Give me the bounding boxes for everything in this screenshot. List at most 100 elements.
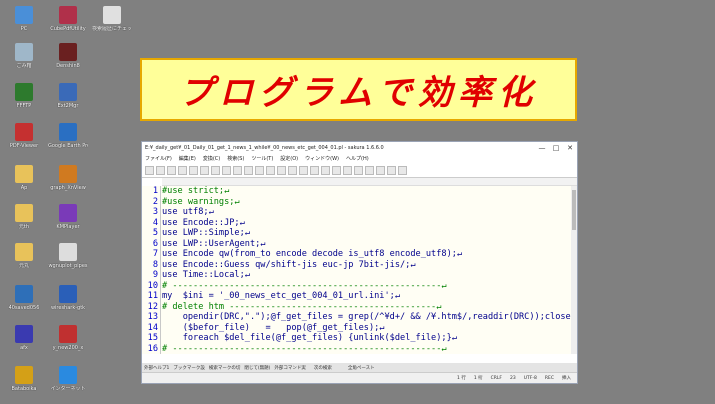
menu-item[interactable]: 変換(C) bbox=[203, 155, 220, 162]
desktop-icon[interactable]: 40saved056 bbox=[4, 285, 44, 311]
toolbar-button[interactable] bbox=[343, 165, 352, 175]
toolbar-button[interactable] bbox=[310, 165, 319, 175]
desktop-icon[interactable]: 元th bbox=[4, 204, 44, 230]
menu-item[interactable]: ウィンドウ(W) bbox=[305, 155, 339, 162]
desktop-icon[interactable]: Bataboika bbox=[4, 366, 44, 392]
toolbar-button[interactable] bbox=[299, 165, 308, 175]
close-button[interactable]: ✕ bbox=[563, 144, 577, 152]
desktop-icon[interactable]: Denshin8 bbox=[48, 43, 88, 69]
toolbar-button[interactable] bbox=[387, 165, 396, 175]
toolbar-button[interactable] bbox=[255, 165, 264, 175]
desktop-icon-label: インターネット bbox=[50, 386, 86, 392]
menu-item[interactable]: 設定(O) bbox=[280, 155, 298, 162]
code-text: #use strict;↵ bbox=[162, 186, 230, 196]
desktop-icon[interactable]: Google Earth Pro bbox=[48, 123, 88, 149]
toolbar-button[interactable] bbox=[288, 165, 297, 175]
desktop-icon-label: graph_XnView bbox=[50, 185, 86, 191]
desktop-icon[interactable]: インターネット bbox=[48, 366, 88, 392]
code-line: 11 my $ini = '_00_news_etc_get_004_01_url… bbox=[142, 291, 572, 302]
line-number: 4 bbox=[152, 217, 158, 228]
status-field: 1 桁 bbox=[473, 376, 483, 381]
menu-item[interactable]: 編集(E) bbox=[179, 155, 196, 162]
desktop-icon-label: 検索履歴にチェックマーカRC bbox=[92, 26, 132, 32]
menu-item[interactable]: ヘルプ(H) bbox=[346, 155, 369, 162]
desktop-icon[interactable]: CubePdfUtility bbox=[48, 6, 88, 32]
desktop-icon[interactable]: 元丸 bbox=[4, 243, 44, 269]
toolbar-button[interactable] bbox=[354, 165, 363, 175]
menu-item[interactable]: ファイル(F) bbox=[145, 155, 172, 162]
code-text: ($befor_file) = pop(@f_get_files);↵ bbox=[162, 322, 385, 333]
toolbar-button[interactable] bbox=[365, 165, 374, 175]
desktop-icon[interactable]: graph_XnView bbox=[48, 165, 88, 191]
menu-bar: ファイル(F) 編集(E) 変換(C) 検索(S) ツール(T) 設定(O) ウィンドウ(W… bbox=[142, 154, 577, 163]
line-number: 14 bbox=[147, 322, 158, 333]
desktop-icon-label: ごみ箱 bbox=[16, 63, 32, 69]
desktop-icon[interactable]: KMPlayer bbox=[48, 204, 88, 230]
code-line: 3 use utf8;↵ bbox=[142, 207, 572, 218]
line-number: 12 bbox=[147, 301, 158, 312]
desktop-icon[interactable]: PDF-Viewer bbox=[4, 123, 44, 149]
toolbar-button[interactable] bbox=[244, 165, 253, 175]
ext2mgr-icon bbox=[59, 83, 77, 101]
desktop-icon[interactable]: 検索履歴にチェックマーカRC bbox=[92, 6, 132, 32]
toolbar-button[interactable] bbox=[222, 165, 231, 175]
app-icon bbox=[59, 325, 77, 343]
code-line: 4 use Encode::JP;↵ bbox=[142, 218, 572, 229]
editor-window[interactable]: E:¥_daily_get¥_01_Daily_01_get_1_news_1_… bbox=[141, 141, 578, 384]
function-key-button[interactable]: 外部コマンド実 bbox=[274, 365, 306, 371]
code-text: use LWP::UserAgent;↵ bbox=[162, 238, 266, 249]
function-key-button[interactable]: 全角ペースト bbox=[348, 365, 375, 371]
menu-item[interactable]: 検索(S) bbox=[227, 155, 244, 162]
desktop-icon[interactable]: PC bbox=[4, 6, 44, 32]
desktop-icon-label: PC bbox=[20, 26, 28, 32]
code-editor[interactable]: 1 #use strict;↵ 2 #use warnings;↵ 3 use utf8;… bbox=[142, 186, 572, 354]
toolbar-button[interactable] bbox=[277, 165, 286, 175]
desktop-icon-label: wireshark-gtk bbox=[50, 305, 86, 311]
toolbar-button[interactable] bbox=[211, 165, 220, 175]
desktop-icon[interactable]: wireshark-gtk bbox=[48, 285, 88, 311]
function-key-button[interactable]: 閉じて(無題) bbox=[244, 365, 270, 371]
toolbar-button[interactable] bbox=[156, 165, 165, 175]
function-key-button[interactable]: 検索マークの切 bbox=[209, 365, 241, 371]
status-field: 挿入 bbox=[562, 376, 571, 381]
scroll-thumb[interactable] bbox=[572, 190, 576, 230]
desktop-icon[interactable]: Ap bbox=[4, 165, 44, 191]
desktop-icon-label: PDF-Viewer bbox=[9, 143, 39, 149]
desktop-icon[interactable]: FFFTP bbox=[4, 83, 44, 109]
function-key-button[interactable]: ブックマーク設 bbox=[173, 365, 205, 371]
desktop-icon[interactable]: Ext2Mgr bbox=[48, 83, 88, 109]
toolbar-button[interactable] bbox=[167, 165, 176, 175]
menu-item[interactable]: ツール(T) bbox=[251, 155, 273, 162]
toolbar-button[interactable] bbox=[332, 165, 341, 175]
desktop-icon[interactable]: ごみ箱 bbox=[4, 43, 44, 69]
desktop-icon[interactable]: y_new200_x bbox=[48, 325, 88, 351]
toolbar-button[interactable] bbox=[178, 165, 187, 175]
maximize-button[interactable]: □ bbox=[549, 144, 563, 152]
function-key-button[interactable]: 外部ヘルプ1 bbox=[144, 365, 169, 371]
toolbar-button[interactable] bbox=[398, 165, 407, 175]
toolbar-button[interactable] bbox=[376, 165, 385, 175]
window-titlebar[interactable]: E:¥_daily_get¥_01_Daily_01_get_1_news_1_… bbox=[142, 142, 577, 154]
function-key-button[interactable]: 次の検索 bbox=[314, 365, 332, 371]
toolbar-button[interactable] bbox=[233, 165, 242, 175]
desktop-icon[interactable]: afx bbox=[4, 325, 44, 351]
desktop-icon-label: 元丸 bbox=[18, 263, 29, 269]
desktop-icon-label: FFFTP bbox=[16, 103, 32, 109]
code-line: 7 use Encode qw(from_to encode decode is_… bbox=[142, 249, 572, 260]
title-banner: プログラムで効率化 bbox=[140, 58, 577, 121]
toolbar-button[interactable] bbox=[145, 165, 154, 175]
wireshark-icon bbox=[59, 285, 77, 303]
code-line: 5 use LWP::Simple;↵ bbox=[142, 228, 572, 239]
minimize-button[interactable]: — bbox=[535, 144, 549, 152]
toolbar-button[interactable] bbox=[189, 165, 198, 175]
toolbar bbox=[142, 163, 577, 178]
code-text: # delete htm ---------------------------… bbox=[162, 301, 442, 312]
toolbar-button[interactable] bbox=[321, 165, 330, 175]
toolbar-button[interactable] bbox=[200, 165, 209, 175]
line-number: 13 bbox=[147, 312, 158, 322]
line-number: 9 bbox=[152, 270, 158, 280]
toolbar-button[interactable] bbox=[266, 165, 275, 175]
vertical-scrollbar[interactable] bbox=[571, 186, 577, 354]
desktop-icon[interactable]: wgnuplot_pipes bbox=[48, 243, 88, 269]
code-text: # --------------------------------------… bbox=[162, 343, 447, 354]
